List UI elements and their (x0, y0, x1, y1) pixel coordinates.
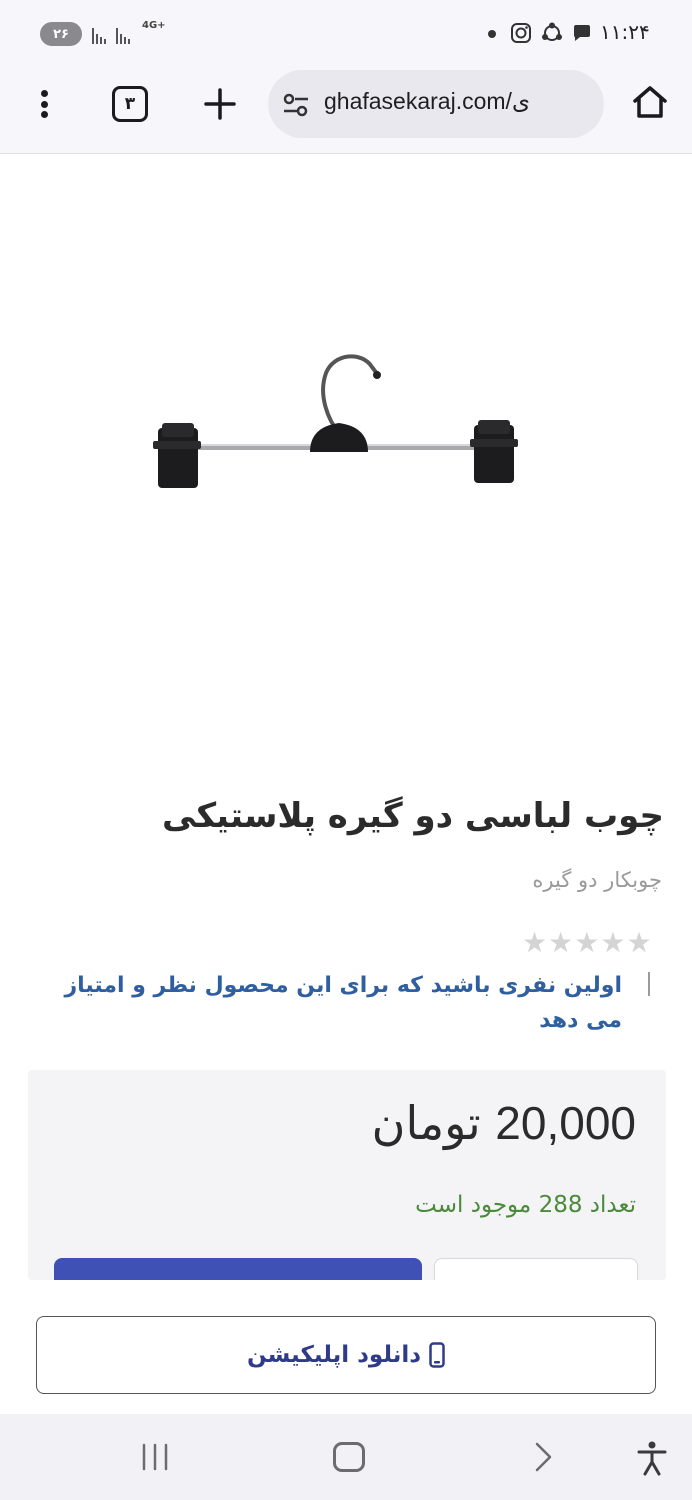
chat-bubble-icon (574, 25, 590, 41)
star-icon: ★ (522, 926, 548, 959)
signal-icon-2 (116, 22, 130, 44)
battery-indicator: ۲۶ (40, 22, 82, 46)
back-icon[interactable] (528, 1440, 558, 1474)
network-type: 4G+ (142, 20, 166, 31)
page: ۲۶ 4G+ ۱۱:۲۴ ۳ ghafasekaraj.com/ی چوب لب… (0, 0, 692, 1500)
price-card: 20,000 تومان تعداد 288 موجود است (28, 1070, 666, 1288)
instagram-icon (511, 23, 531, 43)
share-network-icon (542, 22, 562, 41)
accessibility-icon[interactable] (636, 1440, 668, 1476)
notification-dot-icon (488, 30, 496, 38)
product-subtitle: چوبکار دو گیره (532, 868, 662, 892)
price-currency: تومان (371, 1096, 481, 1150)
stock-status: تعداد 288 موجود است (415, 1192, 636, 1218)
product-title: چوب لباسی دو گیره پلاستیکی (162, 796, 664, 836)
address-bar[interactable]: ghafasekaraj.com/ی (268, 70, 604, 138)
home-nav-icon[interactable] (333, 1442, 365, 1472)
status-bar: ۲۶ 4G+ ۱۱:۲۴ (0, 0, 692, 64)
star-icon: ★ (548, 926, 574, 959)
star-icon: ★ (600, 926, 626, 959)
download-app-button[interactable]: دانلود اپلیکیشن (36, 1316, 656, 1394)
review-link[interactable]: اولین نفری باشید که برای این محصول نظر و… (32, 968, 623, 1038)
price: 20,000 تومان (76, 1096, 636, 1150)
download-app-label: دانلود اپلیکیشن (246, 1342, 422, 1368)
rating-stars[interactable]: ★ ★ ★ ★ ★ (522, 928, 652, 958)
download-app-bar: دانلود اپلیکیشن (0, 1280, 692, 1414)
url-text[interactable]: ghafasekaraj.com/ی (324, 88, 594, 120)
divider (648, 972, 650, 996)
price-amount: 20,000 (495, 1097, 636, 1149)
tune-icon[interactable] (282, 92, 310, 118)
product-image[interactable] (0, 155, 692, 775)
browser-toolbar: ۳ ghafasekaraj.com/ی (0, 64, 692, 154)
more-vert-icon[interactable] (30, 86, 58, 122)
home-icon[interactable] (630, 82, 670, 122)
hanger-image (153, 354, 518, 488)
signal-icon (92, 22, 106, 44)
clock: ۱۱:۲۴ (600, 20, 650, 44)
star-icon: ★ (626, 926, 652, 959)
system-nav-bar (0, 1414, 692, 1500)
tabs-button[interactable]: ۳ (112, 86, 148, 122)
recent-apps-icon[interactable] (138, 1442, 172, 1472)
plus-icon[interactable] (200, 84, 240, 124)
phone-icon (429, 1342, 445, 1368)
star-icon: ★ (574, 926, 600, 959)
